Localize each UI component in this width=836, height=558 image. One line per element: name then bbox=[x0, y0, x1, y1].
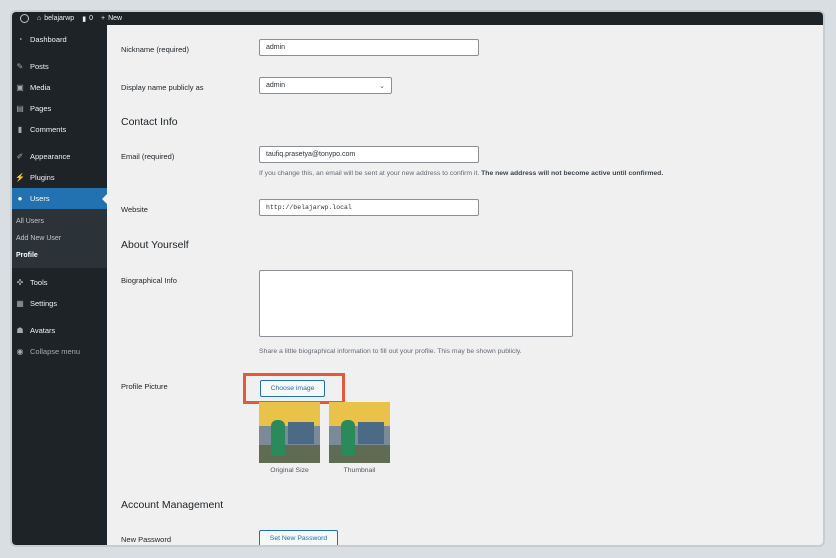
screenshot-frame: ⌂ belajarwp ▮ 0 + New ◔ Dashboard ✎ Posts … bbox=[10, 10, 825, 547]
original-size-image[interactable] bbox=[259, 402, 320, 463]
sidebar-item-posts[interactable]: ✎ Posts bbox=[12, 56, 107, 77]
sidebar-item-label: Avatars bbox=[30, 326, 56, 335]
sidebar-item-tools[interactable]: ✜ Tools bbox=[12, 272, 107, 293]
nickname-input[interactable]: admin bbox=[259, 39, 479, 56]
display-name-value: admin bbox=[266, 82, 286, 89]
sidebar-item-label: Tools bbox=[30, 278, 48, 287]
users-submenu: All Users Add New User Profile bbox=[12, 209, 107, 268]
new-content-link[interactable]: + New bbox=[101, 15, 122, 22]
avatars-icon: ☗ bbox=[16, 326, 24, 335]
comments-link[interactable]: ▮ 0 bbox=[82, 15, 93, 23]
new-password-label: New Password bbox=[121, 535, 172, 544]
sidebar-item-comments[interactable]: ▮ Comments bbox=[12, 119, 107, 140]
email-description-text: If you change this, an email will be sen… bbox=[259, 170, 480, 177]
email-description: If you change this, an email will be sen… bbox=[259, 170, 819, 177]
about-yourself-heading: About Yourself bbox=[121, 239, 189, 251]
sidebar-item-dashboard[interactable]: ◔ Dashboard bbox=[12, 29, 107, 50]
sidebar-item-label: Media bbox=[30, 83, 51, 92]
home-icon: ⌂ bbox=[37, 15, 42, 22]
sidebar-item-label: Posts bbox=[30, 62, 49, 71]
sidebar-item-label: Pages bbox=[30, 104, 52, 113]
image-person bbox=[271, 420, 285, 456]
profile-picture-label: Profile Picture bbox=[121, 382, 168, 391]
brush-icon: ✐ bbox=[16, 152, 24, 161]
submenu-add-new-user[interactable]: Add New User bbox=[12, 230, 107, 247]
wrench-icon: ✜ bbox=[16, 278, 24, 287]
profile-form: Nickname (required) admin Display name p… bbox=[107, 25, 823, 545]
image-person bbox=[341, 420, 355, 456]
sidebar-item-label: Dashboard bbox=[30, 35, 67, 44]
original-size-caption: Original Size bbox=[270, 467, 309, 474]
sidebar-item-label: Users bbox=[30, 194, 50, 203]
sidebar-item-settings[interactable]: ▦ Settings bbox=[12, 293, 107, 314]
email-label: Email (required) bbox=[121, 152, 175, 161]
bio-label: Biographical Info bbox=[121, 276, 177, 285]
collapse-icon: ◉ bbox=[16, 347, 24, 356]
admin-bar: ⌂ belajarwp ▮ 0 + New bbox=[12, 12, 823, 25]
comments-count: 0 bbox=[89, 15, 93, 22]
sidebar-item-appearance[interactable]: ✐ Appearance bbox=[12, 146, 107, 167]
bio-textarea[interactable] bbox=[259, 270, 573, 337]
sidebar-item-media[interactable]: ▣ Media bbox=[12, 77, 107, 98]
image-building bbox=[288, 422, 314, 444]
comment-icon: ▮ bbox=[17, 125, 23, 134]
choose-image-button[interactable]: Choose image bbox=[260, 380, 325, 397]
chevron-down-icon: ⌄ bbox=[379, 82, 385, 90]
bio-description: Share a little biographical information … bbox=[259, 348, 522, 355]
website-label: Website bbox=[121, 205, 148, 214]
new-label: New bbox=[108, 15, 123, 22]
thumbnail-image[interactable] bbox=[329, 402, 390, 463]
sidebar-item-pages[interactable]: ▤ Pages bbox=[12, 98, 107, 119]
thumbnail-caption: Thumbnail bbox=[343, 467, 376, 474]
sidebar-item-label: Plugins bbox=[30, 173, 55, 182]
site-name-label: belajarwp bbox=[44, 15, 75, 22]
sidebar-item-label: Settings bbox=[30, 299, 58, 308]
sidebar-item-label: Appearance bbox=[30, 152, 71, 161]
submenu-all-users[interactable]: All Users bbox=[12, 213, 107, 230]
wordpress-icon bbox=[20, 14, 29, 23]
email-description-bold: The new address will not become active u… bbox=[481, 170, 664, 177]
nickname-label: Nickname (required) bbox=[121, 45, 189, 54]
comment-icon: ▮ bbox=[82, 15, 87, 23]
set-new-password-button[interactable]: Set New Password bbox=[259, 530, 338, 545]
website-input[interactable]: http://belajarwp.local bbox=[259, 199, 479, 216]
wordpress-logo[interactable] bbox=[20, 14, 29, 23]
settings-icon: ▦ bbox=[16, 299, 24, 308]
image-building bbox=[358, 422, 384, 444]
page-icon: ▤ bbox=[16, 104, 24, 113]
image-road bbox=[329, 444, 390, 463]
admin-sidebar: ◔ Dashboard ✎ Posts ▣ Media ▤ Pages ▮ Comment… bbox=[12, 25, 108, 545]
collapse-menu-button[interactable]: ◉ Collapse menu bbox=[12, 341, 107, 362]
pin-icon: ✎ bbox=[16, 62, 24, 71]
display-name-label: Display name publicly as bbox=[121, 83, 204, 92]
email-input[interactable]: taufiq.prasetya@tonypo.com bbox=[259, 146, 479, 163]
media-icon: ▣ bbox=[16, 83, 24, 92]
sidebar-item-avatars[interactable]: ☗ Avatars bbox=[12, 320, 107, 341]
dashboard-icon: ◔ bbox=[17, 35, 23, 44]
account-management-heading: Account Management bbox=[121, 499, 224, 511]
plus-icon: + bbox=[100, 15, 106, 22]
sidebar-item-users[interactable]: ● Users bbox=[12, 188, 108, 209]
display-name-select[interactable]: admin ⌄ bbox=[259, 77, 392, 94]
user-icon: ● bbox=[17, 194, 23, 203]
site-name-link[interactable]: ⌂ belajarwp bbox=[37, 15, 74, 22]
image-road bbox=[259, 444, 320, 463]
sidebar-item-plugins[interactable]: ⚡ Plugins bbox=[12, 167, 107, 188]
contact-info-heading: Contact Info bbox=[121, 116, 178, 128]
sidebar-item-label: Collapse menu bbox=[30, 347, 81, 356]
submenu-profile[interactable]: Profile bbox=[12, 247, 107, 264]
sidebar-item-label: Comments bbox=[30, 125, 67, 134]
plug-icon: ⚡ bbox=[15, 173, 25, 182]
